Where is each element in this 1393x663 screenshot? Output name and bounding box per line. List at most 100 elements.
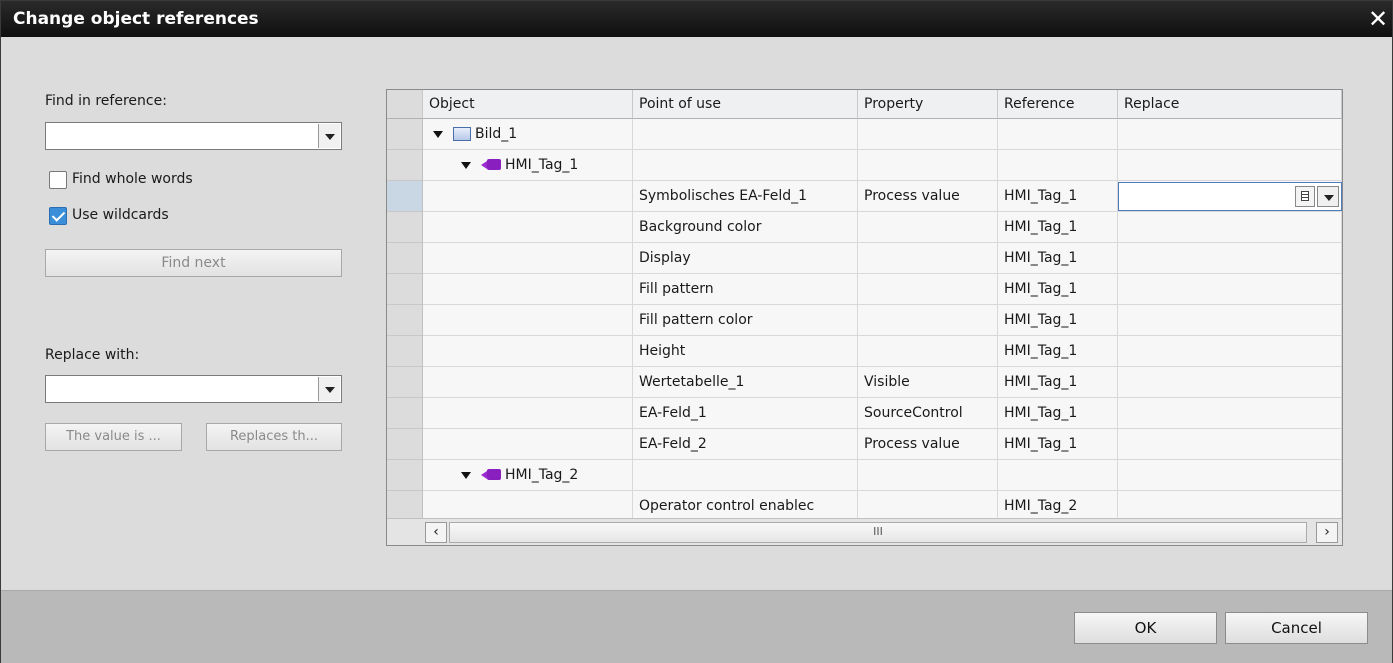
row-header[interactable] — [387, 181, 423, 212]
cell-reference[interactable] — [998, 460, 1118, 491]
table-row[interactable]: Symbolisches EA-Feld_1 Process value HMI_T… — [387, 181, 1342, 212]
cell-object[interactable] — [423, 398, 633, 429]
chevron-down-icon[interactable] — [318, 124, 340, 148]
cell-object[interactable] — [423, 336, 633, 367]
cell-property[interactable]: Process value — [858, 181, 998, 212]
cell-replace[interactable] — [1118, 212, 1342, 243]
cell-reference[interactable]: HMI_Tag_1 — [998, 305, 1118, 336]
cell-reference[interactable] — [998, 150, 1118, 181]
find-whole-words-checkbox[interactable] — [49, 171, 67, 189]
cell-object[interactable] — [423, 367, 633, 398]
row-header[interactable] — [387, 460, 423, 491]
replaces-button[interactable]: Replaces th... — [206, 423, 342, 451]
table-row[interactable]: Wertetabelle_1 Visible HMI_Tag_1 — [387, 367, 1342, 398]
cell-point-of-use[interactable] — [633, 150, 858, 181]
table-row[interactable]: Background color HMI_Tag_1 — [387, 212, 1342, 243]
row-header[interactable] — [387, 150, 423, 181]
scroll-thumb[interactable]: III — [449, 522, 1307, 543]
row-header[interactable] — [387, 212, 423, 243]
cell-reference[interactable]: HMI_Tag_1 — [998, 429, 1118, 460]
find-in-reference-combo[interactable] — [45, 122, 342, 150]
cell-reference[interactable]: HMI_Tag_1 — [998, 336, 1118, 367]
cell-reference[interactable]: HMI_Tag_1 — [998, 243, 1118, 274]
cell-reference[interactable]: HMI_Tag_1 — [998, 274, 1118, 305]
cell-property[interactable] — [858, 305, 998, 336]
cell-replace[interactable] — [1118, 398, 1342, 429]
cell-replace[interactable] — [1118, 460, 1342, 491]
cell-property[interactable]: Visible — [858, 367, 998, 398]
cell-object[interactable]: HMI_Tag_2 — [423, 460, 633, 491]
cell-replace[interactable] — [1118, 429, 1342, 460]
cell-replace[interactable] — [1118, 305, 1342, 336]
cell-property[interactable]: SourceControl — [858, 398, 998, 429]
table-row[interactable]: HMI_Tag_2 — [387, 460, 1342, 491]
cell-object[interactable] — [423, 429, 633, 460]
cell-property[interactable] — [858, 243, 998, 274]
cell-property[interactable]: Process value — [858, 429, 998, 460]
column-header-property[interactable]: Property — [858, 90, 998, 119]
expand-triangle-icon[interactable] — [461, 161, 471, 169]
row-header[interactable] — [387, 274, 423, 305]
cell-point-of-use[interactable]: Display — [633, 243, 858, 274]
find-next-button[interactable]: Find next — [45, 249, 342, 277]
row-header[interactable] — [387, 429, 423, 460]
use-wildcards-checkbox[interactable] — [49, 207, 67, 225]
cell-object[interactable] — [423, 212, 633, 243]
cell-object[interactable] — [423, 243, 633, 274]
cell-replace[interactable] — [1118, 367, 1342, 398]
table-row[interactable]: EA-Feld_2 Process value HMI_Tag_1 — [387, 429, 1342, 460]
cell-point-of-use[interactable] — [633, 119, 858, 150]
cell-property[interactable] — [858, 460, 998, 491]
cell-reference[interactable]: HMI_Tag_1 — [998, 398, 1118, 429]
horizontal-scrollbar[interactable]: ‹ III › — [387, 518, 1342, 545]
replace-with-combo[interactable] — [45, 375, 342, 403]
ok-button[interactable]: OK — [1074, 612, 1217, 644]
cell-point-of-use[interactable]: EA-Feld_2 — [633, 429, 858, 460]
scroll-right-button[interactable]: › — [1316, 522, 1338, 543]
cancel-button[interactable]: Cancel — [1225, 612, 1368, 644]
replace-edit-field[interactable] — [1118, 182, 1342, 211]
cell-point-of-use[interactable]: Fill pattern color — [633, 305, 858, 336]
cell-property[interactable] — [858, 212, 998, 243]
cell-replace[interactable] — [1118, 243, 1342, 274]
cell-object[interactable] — [423, 305, 633, 336]
cell-replace[interactable] — [1118, 274, 1342, 305]
chevron-down-icon[interactable] — [1317, 186, 1339, 207]
row-header[interactable] — [387, 398, 423, 429]
cell-point-of-use[interactable]: Fill pattern — [633, 274, 858, 305]
cell-point-of-use[interactable]: Wertetabelle_1 — [633, 367, 858, 398]
cell-point-of-use[interactable]: Symbolisches EA-Feld_1 — [633, 181, 858, 212]
the-value-is-button[interactable]: The value is ... — [45, 423, 182, 451]
cell-reference[interactable]: HMI_Tag_1 — [998, 212, 1118, 243]
column-header-point-of-use[interactable]: Point of use — [633, 90, 858, 119]
cell-point-of-use[interactable]: EA-Feld_1 — [633, 398, 858, 429]
column-header-replace[interactable]: Replace — [1118, 90, 1342, 119]
cell-property[interactable] — [858, 150, 998, 181]
cell-replace[interactable] — [1118, 336, 1342, 367]
table-row[interactable]: HMI_Tag_1 — [387, 150, 1342, 181]
cell-object[interactable]: Bild_1 — [423, 119, 633, 150]
row-header[interactable] — [387, 119, 423, 150]
table-row[interactable]: Display HMI_Tag_1 — [387, 243, 1342, 274]
cell-replace[interactable] — [1118, 150, 1342, 181]
row-header[interactable] — [387, 367, 423, 398]
column-header-reference[interactable]: Reference — [998, 90, 1118, 119]
cell-reference[interactable]: HMI_Tag_1 — [998, 181, 1118, 212]
table-row[interactable]: EA-Feld_1 SourceControl HMI_Tag_1 — [387, 398, 1342, 429]
row-header[interactable] — [387, 243, 423, 274]
table-row[interactable]: Fill pattern color HMI_Tag_1 — [387, 305, 1342, 336]
scroll-left-button[interactable]: ‹ — [425, 522, 447, 543]
cell-replace[interactable] — [1118, 119, 1342, 150]
cell-reference[interactable] — [998, 119, 1118, 150]
cell-reference[interactable]: HMI_Tag_1 — [998, 367, 1118, 398]
close-icon[interactable]: ✕ — [1366, 7, 1390, 31]
cell-point-of-use[interactable] — [633, 460, 858, 491]
row-header[interactable] — [387, 336, 423, 367]
cell-object[interactable] — [423, 274, 633, 305]
cell-property[interactable] — [858, 119, 998, 150]
cell-property[interactable] — [858, 336, 998, 367]
table-row[interactable]: Bild_1 — [387, 119, 1342, 150]
row-header[interactable] — [387, 305, 423, 336]
table-row[interactable]: Height HMI_Tag_1 — [387, 336, 1342, 367]
cell-point-of-use[interactable]: Height — [633, 336, 858, 367]
